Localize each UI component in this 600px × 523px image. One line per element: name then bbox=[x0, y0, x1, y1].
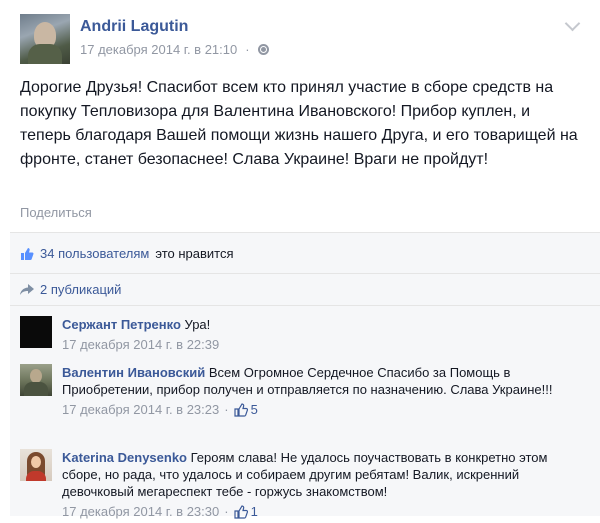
commenter-avatar[interactable] bbox=[20, 316, 52, 348]
comment-text: Ура! bbox=[184, 317, 211, 332]
thumbs-up-icon bbox=[233, 402, 248, 417]
comment-author[interactable]: Сержант Петренко bbox=[62, 317, 181, 332]
likes-suffix: это нравится bbox=[155, 246, 234, 261]
comment-timestamp[interactable]: 17 декабря 2014 г. в 23:23 bbox=[62, 401, 219, 418]
comment-timestamp[interactable]: 17 декабря 2014 г. в 22:39 bbox=[62, 336, 219, 353]
avatar-body-shape bbox=[26, 471, 46, 481]
shares-row: 2 публикаций bbox=[10, 273, 600, 305]
post-author-name[interactable]: Andrii Lagutin bbox=[80, 18, 188, 36]
meta-separator: · bbox=[224, 504, 229, 519]
comment-author[interactable]: Валентин Ивановский bbox=[62, 365, 205, 380]
thumbs-up-icon bbox=[233, 504, 248, 519]
avatar-body-shape bbox=[28, 44, 62, 64]
comments-section: Сержант Петренко Ура! 17 декабря 2014 г.… bbox=[10, 305, 600, 519]
chevron-down-icon[interactable] bbox=[564, 15, 581, 32]
shares-count-link[interactable]: 2 публикаций bbox=[40, 282, 121, 297]
commenter-avatar[interactable] bbox=[20, 449, 52, 481]
share-arrow-icon bbox=[20, 283, 34, 296]
author-avatar[interactable] bbox=[20, 14, 70, 64]
post-text: Дорогие Друзья! Спасибот всем кто принял… bbox=[20, 79, 578, 168]
comment-like-number: 5 bbox=[250, 402, 258, 417]
avatar-face-shape bbox=[30, 369, 42, 383]
post-card: Andrii Lagutin 17 декабря 2014 г. в 21:1… bbox=[0, 0, 600, 519]
comment-like-count[interactable]: 5 bbox=[233, 401, 258, 418]
meta-separator: · bbox=[224, 402, 229, 417]
comment-like-number: 1 bbox=[250, 504, 258, 519]
post-timestamp[interactable]: 17 декабря 2014 г. в 21:10 bbox=[80, 42, 237, 57]
meta-separator: · bbox=[245, 42, 250, 57]
comment-like-count[interactable]: 1 bbox=[233, 503, 258, 520]
avatar-face-shape bbox=[31, 456, 41, 468]
commenter-avatar[interactable] bbox=[20, 364, 52, 396]
comment-author[interactable]: Katerina Denysenko bbox=[62, 450, 187, 465]
likes-row: 34 пользователям это нравится bbox=[10, 232, 600, 274]
post-meta: 17 декабря 2014 г. в 21:10 · bbox=[80, 42, 269, 57]
thumbs-up-icon bbox=[20, 247, 34, 261]
comment-timestamp[interactable]: 17 декабря 2014 г. в 23:30 bbox=[62, 503, 219, 520]
likes-count-link[interactable]: 34 пользователям bbox=[40, 246, 149, 261]
share-button[interactable]: Поделиться bbox=[20, 205, 92, 220]
avatar-body-shape bbox=[24, 382, 48, 396]
globe-icon[interactable] bbox=[257, 44, 269, 55]
